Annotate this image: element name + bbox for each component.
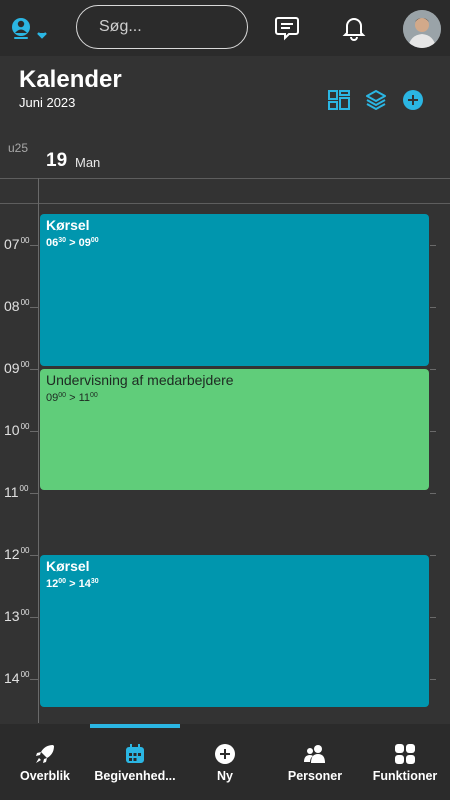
hour-tick — [430, 493, 436, 494]
bell-icon — [342, 18, 366, 41]
hour-label: 0800 — [4, 298, 30, 314]
add-event-button[interactable] — [401, 88, 425, 112]
event-time: 0630 > 0900 — [46, 237, 99, 249]
month-label: Juni 2023 — [19, 95, 76, 110]
hour-tick — [430, 307, 436, 308]
layers-icon — [366, 90, 386, 110]
search-input[interactable] — [76, 5, 248, 49]
hour-label: 0700 — [4, 236, 30, 252]
layers-button[interactable] — [364, 88, 388, 112]
hour-label: 1200 — [4, 546, 30, 562]
hour-label: 1000 — [4, 422, 30, 438]
avatar[interactable] — [403, 10, 441, 48]
tab-begivenheder[interactable]: Begivenhed... — [90, 724, 180, 800]
profile-switcher[interactable] — [10, 14, 50, 44]
tab-funktioner[interactable]: Funktioner — [360, 724, 450, 800]
user-photo-icon — [403, 10, 441, 48]
event-time: 0900 > 1100 — [46, 392, 98, 404]
calendar-event[interactable]: Undervisning af medarbejdere 0900 > 1100 — [40, 369, 429, 490]
grid-icon — [395, 744, 415, 764]
day-number: 19 — [46, 150, 68, 171]
notifications-button[interactable] — [338, 12, 370, 44]
hour-tick — [430, 679, 436, 680]
hour-tick — [30, 245, 38, 246]
event-title: Kørsel — [46, 558, 90, 574]
hour-tick — [30, 369, 38, 370]
hour-tick — [430, 617, 436, 618]
messages-button[interactable] — [271, 12, 303, 44]
rocket-icon — [36, 745, 54, 763]
event-time: 1200 > 1430 — [46, 578, 99, 590]
calendar-event[interactable]: Kørsel 1200 > 1430 — [40, 555, 429, 707]
calendar-event[interactable]: Kørsel 0630 > 0900 — [40, 214, 429, 366]
hour-tick — [30, 493, 38, 494]
chevron-down-icon — [37, 32, 47, 39]
divider — [0, 178, 450, 179]
hour-tick — [430, 431, 436, 432]
globe-user-icon — [12, 18, 47, 39]
tab-label: Personer — [287, 769, 343, 783]
tab-personer[interactable]: Personer — [270, 724, 360, 800]
hour-tick — [430, 555, 436, 556]
hour-label: 1300 — [4, 608, 30, 624]
hour-tick — [30, 617, 38, 618]
hour-tick — [430, 369, 436, 370]
hour-label: 1400 — [4, 670, 30, 686]
time-axis-line — [38, 178, 39, 723]
message-icon — [275, 17, 299, 41]
tab-label: Funktioner — [372, 769, 438, 783]
hour-label: 0900 — [4, 360, 30, 376]
hour-tick — [30, 431, 38, 432]
view-toggle-button[interactable] — [327, 88, 351, 112]
page-title: Kalender — [19, 66, 122, 93]
event-title: Undervisning af medarbejdere — [46, 372, 234, 388]
add-circle-icon — [215, 744, 235, 764]
hour-tick — [30, 555, 38, 556]
hour-tick — [30, 307, 38, 308]
dashboard-icon — [328, 90, 350, 110]
tab-label: Begivenhed... — [94, 769, 176, 783]
tab-ny[interactable]: Ny — [180, 724, 270, 800]
people-icon — [304, 745, 325, 763]
week-number: u25 — [8, 141, 29, 155]
add-circle-icon — [403, 90, 423, 110]
event-title: Kørsel — [46, 217, 90, 233]
tab-label: Ny — [217, 769, 233, 783]
all-day-divider — [0, 203, 450, 204]
tab-label: Overblik — [19, 769, 71, 783]
tab-overblik[interactable]: Overblik — [0, 724, 90, 800]
hour-label: 1100 — [4, 484, 29, 500]
calendar-icon — [126, 744, 144, 763]
day-name: Man — [75, 155, 101, 170]
hour-tick — [30, 679, 38, 680]
hour-tick — [430, 245, 436, 246]
